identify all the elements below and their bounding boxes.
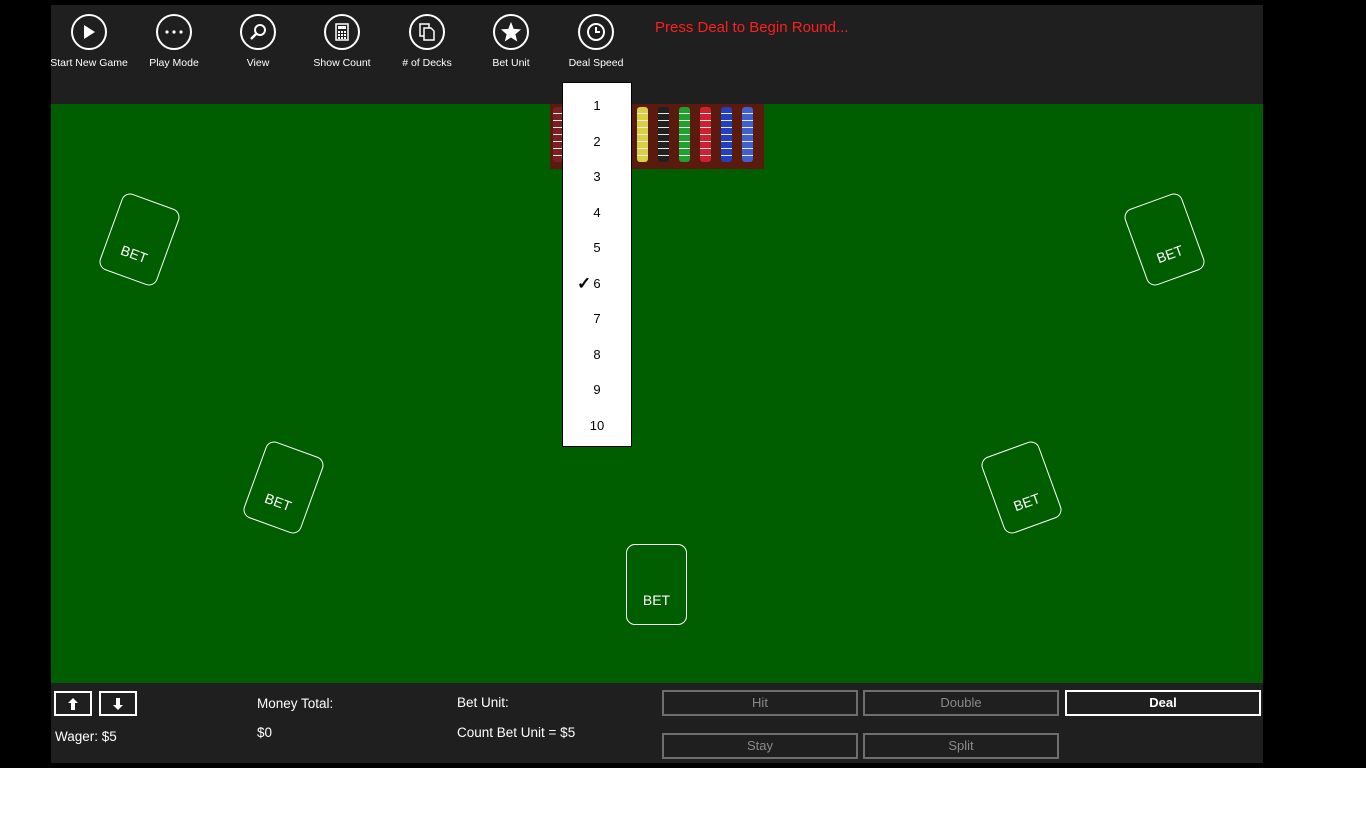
chip-stack[interactable] [721, 107, 732, 162]
wager-down-button[interactable] [99, 691, 137, 716]
show-count-label: Show Count [313, 57, 371, 69]
calculator-icon [324, 14, 360, 50]
copy-icon [409, 14, 445, 50]
wager-text: Wager: $5 [55, 729, 117, 744]
zoom-icon [240, 14, 276, 50]
bottom-bar: Wager: $5 Money Total: $0 Bet Unit: Coun… [51, 683, 1263, 763]
deal-speed-option[interactable]: 1 [563, 88, 631, 123]
deal-speed-option[interactable]: 6 [563, 266, 631, 301]
bet-spot-4[interactable]: BET [978, 439, 1065, 536]
chip-stack[interactable] [742, 107, 753, 162]
star-icon [493, 14, 529, 50]
clock-icon [578, 14, 614, 50]
more-icon [156, 14, 192, 50]
split-button[interactable]: Split [863, 733, 1059, 759]
play-mode-label: Play Mode [149, 57, 199, 69]
deal-speed-label: Deal Speed [568, 57, 624, 69]
deal-speed-option[interactable]: 5 [563, 230, 631, 265]
arrow-down-icon [113, 697, 123, 710]
arrow-up-icon [68, 697, 78, 710]
play-mode-button[interactable]: Play Mode [132, 14, 216, 69]
chip-stack[interactable] [658, 107, 669, 162]
start-new-game-label: Start New Game [50, 57, 128, 69]
chip-stack[interactable] [637, 107, 648, 162]
money-total-value: $0 [257, 725, 273, 740]
bet-spot-label: BET [642, 591, 671, 608]
blackjack-table: BET BET BET BET BET [51, 104, 1263, 683]
bet-unit-button[interactable]: Bet Unit [469, 14, 553, 69]
deal-speed-option[interactable]: 2 [563, 124, 631, 159]
bet-spot-label: BET [118, 241, 150, 266]
deal-speed-option[interactable]: 7 [563, 301, 631, 336]
deal-speed-option[interactable]: 9 [563, 372, 631, 407]
deal-speed-option[interactable]: 4 [563, 195, 631, 230]
start-new-game-button[interactable]: Start New Game [47, 14, 131, 69]
deal-speed-option[interactable]: 3 [563, 159, 631, 194]
money-total-label: Money Total: [257, 696, 334, 711]
count-bet-unit-text: Count Bet Unit = $5 [457, 725, 576, 740]
bet-spot-2[interactable]: BET [240, 439, 327, 536]
bet-spot-label: BET [1011, 489, 1043, 514]
num-decks-label: # of Decks [402, 57, 452, 69]
hit-button[interactable]: Hit [662, 690, 858, 716]
deal-speed-menu: 12345678910 [562, 82, 632, 447]
bet-spot-label: BET [1154, 241, 1186, 266]
deal-button[interactable]: Deal [1065, 690, 1261, 716]
deal-speed-option[interactable]: 10 [563, 408, 631, 443]
deal-speed-button[interactable]: Deal Speed [554, 14, 638, 69]
stay-button[interactable]: Stay [662, 733, 858, 759]
num-decks-button[interactable]: # of Decks [385, 14, 469, 69]
bet-spot-5[interactable]: BET [1121, 191, 1208, 288]
status-message: Press Deal to Begin Round... [655, 19, 849, 36]
bet-unit-text: Bet Unit: [457, 695, 509, 710]
chip-stack[interactable] [700, 107, 711, 162]
play-icon [71, 14, 107, 50]
bet-spot-label: BET [262, 489, 294, 514]
bet-unit-label: Bet Unit [492, 57, 530, 69]
chip-stack[interactable] [679, 107, 690, 162]
bet-spot-3[interactable]: BET [626, 544, 687, 625]
view-label: View [246, 57, 270, 69]
deal-speed-option[interactable]: 8 [563, 337, 631, 372]
bet-spot-1[interactable]: BET [96, 191, 183, 288]
double-button[interactable]: Double [863, 690, 1059, 716]
show-count-button[interactable]: Show Count [300, 14, 384, 69]
view-button[interactable]: View [216, 14, 300, 69]
wager-up-button[interactable] [54, 691, 92, 716]
